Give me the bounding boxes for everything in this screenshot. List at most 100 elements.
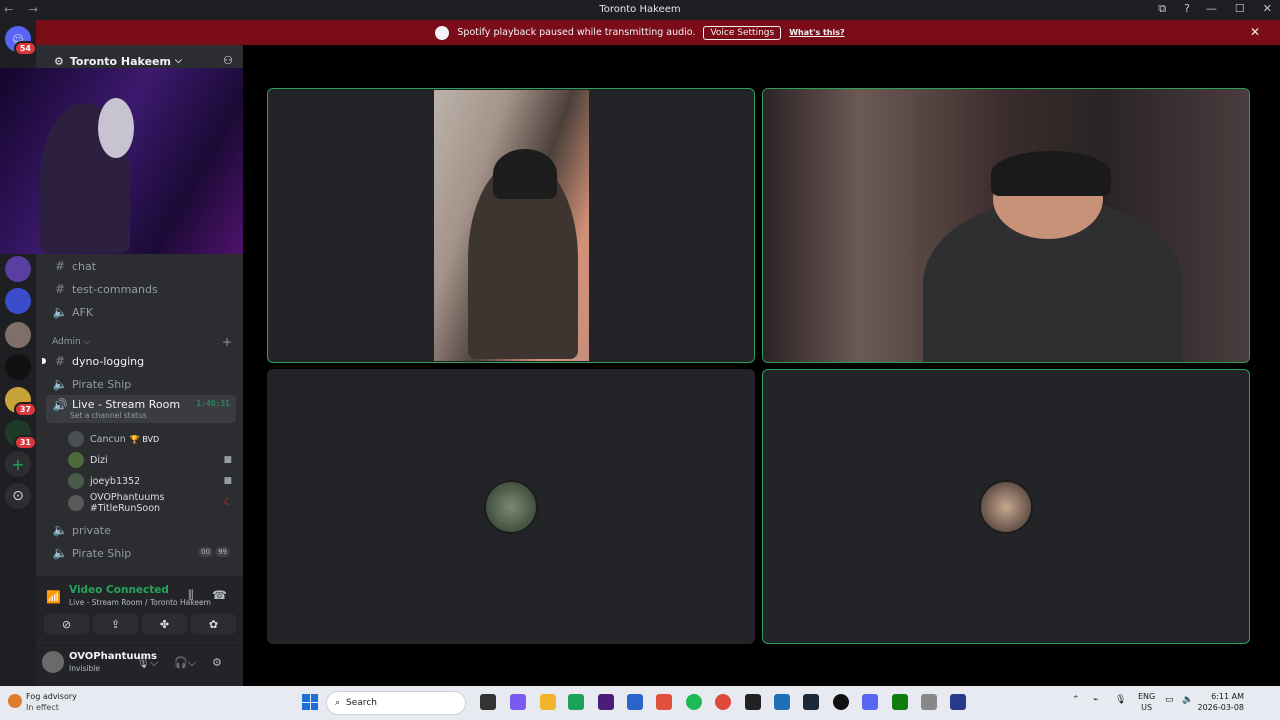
volume-icon[interactable]: 🔈	[1182, 695, 1193, 705]
language-indicator[interactable]: ENG US	[1138, 691, 1155, 713]
user-panel: OVOPhantuums Invisible 🎙⌵ 🎧⌵ ⚙	[36, 643, 243, 686]
close-button[interactable]: ✕	[1263, 2, 1272, 15]
voice-user[interactable]: OVOPhantuums #TitleRunSoon ☾	[68, 492, 236, 514]
app-icon[interactable]	[598, 694, 614, 710]
server-icon[interactable]	[5, 256, 31, 282]
cap-shape	[493, 149, 557, 199]
app-icon[interactable]	[950, 694, 966, 710]
chevron-down-icon: ⌵	[174, 56, 182, 66]
speaker-icon: 🔈	[52, 377, 68, 391]
inbox-icon[interactable]: ⧉	[1158, 2, 1166, 16]
home-button[interactable]: ☺ 54	[5, 26, 37, 56]
channel-status[interactable]: Set a channel status	[70, 411, 147, 420]
call-timer: 1:40:31	[196, 399, 230, 408]
hash-icon: #	[54, 354, 66, 368]
camera-icon: ■	[223, 476, 232, 486]
invite-icon[interactable]: ⚇	[223, 54, 233, 67]
activities-button[interactable]: ✤	[142, 614, 187, 634]
weather-subtitle: In effect	[26, 703, 59, 712]
server-icon[interactable]	[5, 322, 31, 348]
chrome-icon[interactable]	[715, 694, 731, 710]
clock[interactable]: 6:11 AM 2026-03-08	[1198, 691, 1245, 713]
copilot-icon[interactable]	[510, 694, 526, 710]
voice-user[interactable]: joeyb1352 ■	[68, 471, 236, 491]
voice-connection-panel: 📶 Video Connected Live - Stream Room / T…	[36, 576, 243, 642]
signal-icon[interactable]: 📶	[46, 590, 61, 604]
banner-close-icon[interactable]: ✕	[1250, 25, 1260, 39]
server-icon[interactable]	[5, 288, 31, 314]
microphone-icon[interactable]: 🎙⌵	[136, 656, 158, 670]
server-icon-ovo[interactable]	[5, 354, 31, 380]
cap-shape	[991, 151, 1111, 196]
app-icon[interactable]	[921, 694, 937, 710]
spotify-banner: Spotify playback paused while transmitti…	[0, 20, 1280, 45]
spotify-icon[interactable]	[686, 694, 702, 710]
voice-user[interactable]: Cancun 🏆 BVD	[68, 429, 236, 449]
steam-icon[interactable]	[803, 694, 819, 710]
wifi-icon[interactable]: ▭	[1165, 695, 1174, 705]
app-icon[interactable]	[656, 694, 672, 710]
video-stage	[243, 45, 1280, 686]
channel-private[interactable]: 🔈 private	[46, 519, 236, 541]
add-server-icon[interactable]: +	[5, 451, 31, 477]
avatar	[68, 473, 84, 489]
help-icon[interactable]: ?	[1184, 2, 1190, 16]
voice-settings-button[interactable]: Voice Settings	[703, 25, 782, 40]
user-status: Invisible	[69, 664, 100, 673]
video-tile[interactable]	[762, 88, 1250, 363]
channel-chat[interactable]: # chat	[46, 255, 236, 277]
whats-this-link[interactable]: What's this?	[789, 28, 844, 37]
connection-status: Video Connected	[69, 584, 169, 596]
start-button[interactable]	[302, 694, 318, 710]
discord-icon[interactable]	[862, 694, 878, 710]
file-explorer-icon[interactable]	[540, 694, 556, 710]
add-channel-icon[interactable]: +	[222, 335, 232, 349]
xbox-icon[interactable]	[892, 694, 908, 710]
app-icon[interactable]	[774, 694, 790, 710]
channel-live-stream-room[interactable]: 🔊 Live - Stream Room Set a channel statu…	[46, 395, 236, 423]
avatar[interactable]	[42, 651, 64, 673]
channel-test-commands[interactable]: # test-commands	[46, 278, 236, 300]
video-tile[interactable]	[267, 88, 755, 363]
server-name: Toronto Hakeem	[69, 54, 171, 68]
discover-icon[interactable]: ⊙	[5, 483, 31, 509]
channel-afk[interactable]: 🔈 AFK	[46, 301, 236, 323]
camera-off-button[interactable]: ⊘	[44, 614, 89, 634]
camera-icon: ■	[223, 455, 232, 465]
network-icon[interactable]: ⌁	[1093, 695, 1098, 705]
edge-icon[interactable]	[568, 694, 584, 710]
category-admin[interactable]: Admin ⌵ +	[52, 335, 232, 349]
noise-suppression-icon[interactable]: ⫼	[188, 588, 194, 603]
task-view-icon[interactable]	[480, 694, 496, 710]
headphones-icon[interactable]: 🎧⌵	[174, 656, 196, 670]
app-icon[interactable]	[627, 694, 643, 710]
soundboard-button[interactable]: ✿	[191, 614, 236, 634]
obs-icon[interactable]	[833, 694, 849, 710]
channel-pirate-ship[interactable]: 🔈 Pirate Ship 00 99	[46, 542, 236, 564]
server-icon[interactable]: 37	[5, 387, 37, 417]
gear-icon[interactable]: ⚙	[212, 656, 222, 669]
avatar	[484, 479, 538, 534]
video-tile[interactable]	[762, 369, 1250, 644]
speaker-icon: 🔈	[52, 523, 68, 537]
minimize-button[interactable]: —	[1206, 2, 1217, 15]
disconnect-icon[interactable]: ☎	[212, 588, 227, 602]
weather-alert-icon	[8, 694, 22, 708]
microphone-icon[interactable]: 🎙	[1115, 695, 1126, 705]
screen-share-button[interactable]: ⇪	[93, 614, 138, 634]
chevron-up-icon[interactable]: ⌃	[1072, 695, 1080, 705]
unread-indicator	[42, 358, 46, 364]
status-moon-icon: ☾	[223, 498, 232, 508]
server-icon[interactable]: 31	[5, 420, 37, 450]
maximize-button[interactable]: ☐	[1235, 2, 1245, 15]
window-title: Toronto Hakeem	[599, 4, 681, 15]
speaker-icon: 🔈	[52, 546, 68, 560]
video-tile[interactable]	[267, 369, 755, 644]
app-icon[interactable]	[745, 694, 761, 710]
hash-icon: #	[54, 282, 66, 296]
home-badge: 54	[13, 41, 37, 56]
channel-pirate-ship[interactable]: 🔈 Pirate Ship	[46, 373, 236, 395]
voice-user[interactable]: Dizi ■	[68, 450, 236, 470]
taskbar-search[interactable]: ⌕ Search	[326, 691, 466, 715]
channel-dyno-logging[interactable]: # dyno-logging	[42, 350, 236, 372]
